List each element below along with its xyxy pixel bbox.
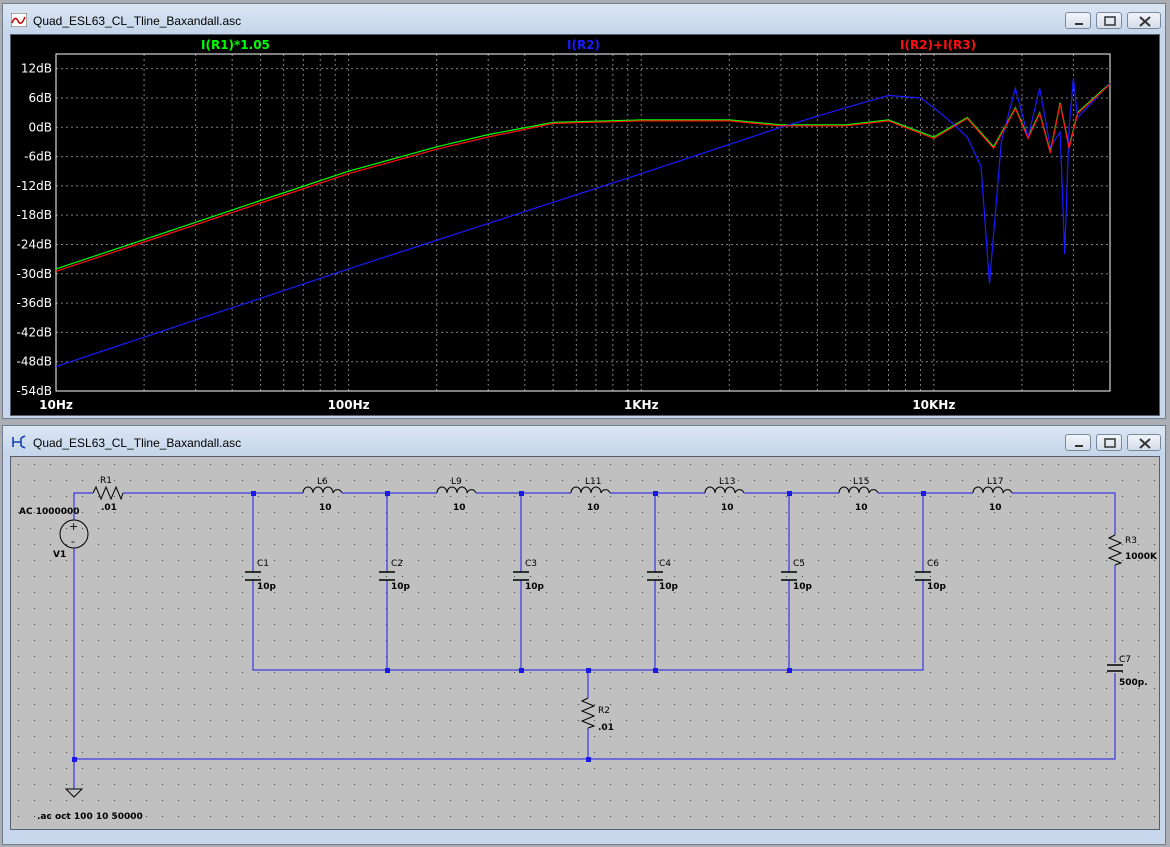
bode-plot[interactable]: 12dB 6dB 0dB -6dB -12dB -18dB -24dB -30dB -36dB -… (11, 35, 1159, 415)
close-button[interactable] (1127, 434, 1161, 451)
y-tick-label: 12dB (21, 62, 52, 76)
inductor-value: 10 (587, 503, 600, 513)
restore-icon (1104, 438, 1116, 448)
restore-button[interactable] (1096, 434, 1122, 451)
spice-directive[interactable]: .ac oct 100 10 50000 (37, 812, 143, 822)
capacitor-name: C6 (927, 559, 939, 569)
inductor-value: 10 (855, 503, 868, 513)
y-tick-label: -18dB (17, 208, 52, 222)
grid-dots (11, 457, 1159, 829)
minimize-icon (1075, 23, 1083, 25)
inductor-name: L6 (317, 477, 328, 487)
y-tick-label: -54dB (17, 384, 52, 398)
close-icon (1139, 438, 1151, 449)
y-tick-label: -6dB (24, 150, 52, 164)
close-icon (1139, 16, 1151, 27)
schematic-window: Quad_ESL63_CL_Tline_Baxandall.asc R1 .01… (2, 425, 1166, 845)
plot-window-titlebar[interactable]: Quad_ESL63_CL_Tline_Baxandall.asc (3, 4, 1165, 34)
capacitor-value: 10p (391, 582, 411, 592)
waveform-icon (11, 13, 27, 27)
legend-trace-2[interactable]: I(R2) (567, 38, 600, 52)
x-tick-label: 100Hz (328, 398, 370, 412)
c7-value: 500p. (1119, 678, 1148, 688)
v1-value: AC 1000000 (19, 507, 80, 517)
capacitor-value: 10p (793, 582, 813, 592)
schematic-icon (12, 435, 26, 449)
inductor-value: 10 (319, 503, 332, 513)
inductor-name: L9 (451, 477, 462, 487)
y-tick-label: -42dB (17, 325, 52, 339)
r2-value: .01 (598, 723, 614, 733)
y-tick-label: -12dB (17, 179, 52, 193)
trace-line[interactable] (55, 83, 1111, 272)
restore-button[interactable] (1096, 12, 1122, 29)
minimize-button[interactable] (1065, 434, 1091, 451)
x-axis-ticks: 10Hz 100Hz 1KHz 10KHz (39, 398, 955, 412)
schematic-canvas[interactable]: R1 .01 + - AC 1000000 V1 L6 10 L9 10 L11 10 L1… (10, 456, 1160, 830)
plot-window-title: Quad_ESL63_CL_Tline_Baxandall.asc (33, 14, 242, 28)
plot-window: Quad_ESL63_CL_Tline_Baxandall.asc 12dB 6d… (2, 3, 1166, 419)
minimize-button[interactable] (1065, 12, 1091, 29)
r1-value: .01 (101, 503, 117, 513)
x-tick-label: 10Hz (39, 398, 73, 412)
trace-line[interactable] (55, 82, 1111, 270)
capacitor-name: C4 (659, 559, 671, 569)
inductor-name: L11 (585, 477, 601, 487)
minimize-icon (1075, 445, 1083, 447)
x-tick-label: 10KHz (912, 398, 955, 412)
waveform-plot-pane[interactable]: 12dB 6dB 0dB -6dB -12dB -18dB -24dB -30dB -36dB -… (10, 34, 1160, 416)
r3-value: 1000K (1125, 552, 1158, 562)
capacitor-name: C2 (391, 559, 403, 569)
schematic-drawing[interactable]: R1 .01 + - AC 1000000 V1 L6 10 L9 10 L11 10 L1… (11, 457, 1159, 829)
legend-trace-3[interactable]: I(R2)+I(R3) (900, 38, 976, 52)
plot-frame (55, 53, 1111, 392)
c7-name: C7 (1119, 655, 1131, 665)
plus-icon: + (69, 520, 78, 533)
r2-name: R2 (598, 706, 610, 716)
v1-name: V1 (53, 550, 66, 560)
schematic-window-titlebar[interactable]: Quad_ESL63_CL_Tline_Baxandall.asc (3, 426, 1165, 456)
capacitor-name: C5 (793, 559, 805, 569)
minus-icon: - (71, 535, 75, 548)
r1-name: R1 (100, 476, 112, 486)
plot-traces (55, 78, 1111, 368)
y-tick-label: -36dB (17, 296, 52, 310)
legend-trace-1[interactable]: I(R1)*1.05 (201, 38, 270, 52)
restore-icon (1104, 16, 1116, 26)
capacitor-name: C1 (257, 559, 269, 569)
capacitor-value: 10p (257, 582, 277, 592)
inductor-value: 10 (453, 503, 466, 513)
inductor-value: 10 (721, 503, 734, 513)
capacitor-value: 10p (525, 582, 545, 592)
y-tick-label: -24dB (17, 237, 52, 251)
y-tick-label: 0dB (29, 120, 52, 134)
inductor-name: L13 (719, 477, 735, 487)
y-tick-label: -30dB (17, 267, 52, 281)
plot-grid (55, 54, 1111, 392)
close-button[interactable] (1127, 12, 1161, 29)
y-tick-label: -48dB (17, 355, 52, 369)
capacitor-name: C3 (525, 559, 537, 569)
y-tick-label: 6dB (29, 91, 52, 105)
capacitor-value: 10p (659, 582, 679, 592)
capacitor-value: 10p (927, 582, 947, 592)
schematic-window-title: Quad_ESL63_CL_Tline_Baxandall.asc (33, 436, 242, 450)
r3-name: R3 (1125, 536, 1137, 546)
x-tick-label: 1KHz (624, 398, 659, 412)
inductor-name: L15 (853, 477, 869, 487)
inductor-name: L17 (987, 477, 1003, 487)
y-axis-ticks: 12dB 6dB 0dB -6dB -12dB -18dB -24dB -30dB -36dB -… (17, 62, 52, 398)
inductor-value: 10 (989, 503, 1002, 513)
